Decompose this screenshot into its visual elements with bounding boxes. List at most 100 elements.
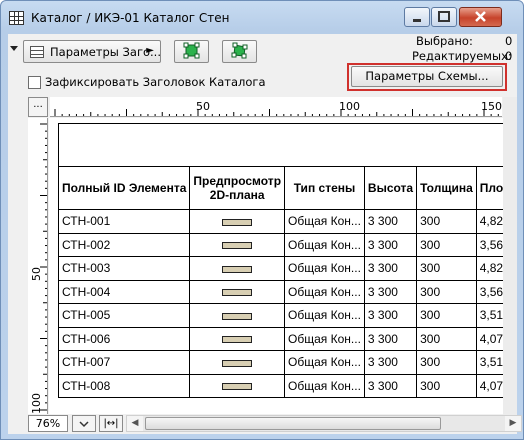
selected-count: 0 — [505, 34, 513, 48]
wall-preview-icon — [222, 312, 253, 320]
ruler-options-button[interactable]: ... — [28, 97, 48, 117]
type-cell: Общая Кон... — [284, 326, 365, 351]
preview-cell — [189, 256, 286, 281]
type-cell: Общая Кон... — [284, 373, 365, 398]
polygon-select-button[interactable] — [222, 40, 257, 63]
height-cell: 3 300 — [363, 209, 418, 234]
table-row[interactable]: СТН-003 Общая Кон... 3 300 300 4,82 — [57, 256, 503, 281]
maximize-button[interactable] — [431, 7, 457, 27]
chevron-down-icon — [79, 421, 89, 428]
ruler-label-100: 100 — [339, 100, 360, 113]
thickness-cell: 300 — [416, 373, 477, 398]
maximize-icon — [438, 11, 450, 22]
preview-cell — [189, 303, 286, 328]
area-cell: 4,07 — [475, 326, 503, 351]
scroll-thumb[interactable] — [145, 417, 441, 430]
scroll-left-icon[interactable]: ◀ — [127, 416, 143, 431]
id-cell: СТН-005 — [57, 303, 191, 328]
id-cell: СТН-004 — [57, 279, 191, 304]
id-cell: СТН-008 — [57, 373, 191, 398]
thickness-cell: 300 — [416, 303, 477, 328]
title-row — [57, 123, 503, 167]
table-row[interactable]: СТН-002 Общая Кон... 3 300 300 3,56 — [57, 232, 503, 257]
vertical-ruler: 50 100 — [28, 118, 48, 414]
table-icon — [9, 11, 24, 25]
id-cell: СТН-003 — [57, 256, 191, 281]
header-cell-type: Тип стены — [284, 166, 365, 210]
type-cell: Общая Кон... — [284, 303, 365, 328]
vertical-scrollbar[interactable] — [503, 97, 517, 415]
minimize-button[interactable] — [404, 7, 430, 27]
thickness-cell: 300 — [416, 279, 477, 304]
catalog-window: Каталог / ИКЭ-01 Каталог Стен Параметры … — [0, 0, 524, 440]
thickness-cell: 300 — [416, 209, 477, 234]
horizontal-ruler-ticks — [54, 109, 499, 116]
fit-width-button[interactable]: |↔| — [99, 415, 123, 432]
editable-count: 0 — [505, 49, 513, 63]
ruler-label-v100: 100 — [30, 393, 43, 414]
height-cell: 3 300 — [363, 373, 418, 398]
area-cell: 4,07 — [475, 373, 503, 398]
vertical-ruler-ticks — [40, 123, 47, 411]
title-bar[interactable]: Каталог / ИКЭ-01 Каталог Стен — [1, 1, 523, 35]
selected-label: Выбрано: — [416, 34, 473, 48]
area-cell: 3,56 — [475, 232, 503, 257]
header-cell-height: Высота — [363, 166, 418, 210]
ruler-label-150: 150 — [481, 100, 502, 113]
thickness-cell: 300 — [416, 326, 477, 351]
ruler-label-v50: 50 — [30, 267, 43, 281]
catalog-canvas[interactable]: Полный ID Элемента Предпросмотр 2D-плана… — [49, 118, 503, 414]
table-row[interactable]: СТН-001 Общая Кон... 3 300 300 4,82 — [57, 209, 503, 234]
preview-cell — [189, 279, 286, 304]
window-client-area: Параметры Заго... ► Выбрано: 0 Редактиру… — [8, 34, 522, 434]
wall-preview-icon — [222, 289, 253, 297]
window-title: Каталог / ИКЭ-01 Каталог Стен — [31, 11, 230, 25]
type-cell: Общая Кон... — [284, 232, 365, 257]
zoom-field[interactable]: 76% — [28, 415, 68, 432]
area-cell: 4,82 — [475, 209, 503, 234]
minimize-icon — [413, 19, 421, 22]
horizontal-ruler: 50 100 150 — [50, 97, 502, 117]
wall-preview-icon — [222, 336, 253, 344]
scroll-right-icon[interactable]: ▶ — [505, 416, 521, 431]
scheme-params-button[interactable]: Параметры Схемы... — [351, 66, 503, 87]
table-settings-icon — [30, 46, 44, 58]
height-cell: 3 300 — [363, 256, 418, 281]
id-cell: СТН-001 — [57, 209, 191, 234]
bottom-bar: 76% |↔| ◀ ▶ — [28, 415, 522, 433]
header-params-label: Параметры Заго... — [50, 45, 161, 59]
table-row[interactable]: СТН-007 Общая Кон... 3 300 300 3,51 — [57, 350, 503, 375]
area-cell: 3,56 — [475, 279, 503, 304]
editable-label: Редактируемых: — [412, 49, 512, 63]
type-cell: Общая Кон... — [284, 209, 365, 234]
height-cell: 3 300 — [363, 350, 418, 375]
id-cell: СТН-006 — [57, 326, 191, 351]
preview-cell — [189, 209, 286, 234]
table-row[interactable]: СТН-008 Общая Кон... 3 300 300 4,07 — [57, 373, 503, 398]
wall-preview-icon — [222, 218, 253, 226]
chevron-down-icon[interactable] — [10, 46, 18, 51]
polygon-select-icon — [231, 42, 248, 59]
table-row[interactable]: СТН-004 Общая Кон... 3 300 300 3,56 — [57, 279, 503, 304]
wall-preview-icon — [222, 265, 253, 273]
header-cell-thickness: Толщина — [416, 166, 477, 210]
wall-preview-icon — [222, 242, 253, 250]
catalog-table: Полный ID Элемента Предпросмотр 2D-плана… — [57, 123, 503, 398]
thickness-cell: 300 — [416, 232, 477, 257]
square-select-button[interactable] — [174, 40, 209, 63]
chevron-right-icon: ► — [146, 45, 154, 56]
close-button[interactable] — [459, 7, 502, 27]
zoom-dropdown-button[interactable] — [72, 415, 96, 432]
fix-header-checkbox[interactable] — [28, 76, 41, 89]
horizontal-scrollbar[interactable]: ◀ ▶ — [126, 415, 522, 432]
thickness-cell: 300 — [416, 256, 477, 281]
table-row[interactable]: СТН-006 Общая Кон... 3 300 300 4,07 — [57, 326, 503, 351]
type-cell: Общая Кон... — [284, 279, 365, 304]
table-row[interactable]: СТН-005 Общая Кон... 3 300 300 3,51 — [57, 303, 503, 328]
height-cell: 3 300 — [363, 279, 418, 304]
type-cell: Общая Кон... — [284, 256, 365, 281]
fix-header-label: Зафиксировать Заголовок Каталога — [45, 75, 266, 89]
thickness-cell: 300 — [416, 350, 477, 375]
close-icon — [475, 11, 486, 22]
header-params-button[interactable]: Параметры Заго... ► — [23, 40, 161, 63]
